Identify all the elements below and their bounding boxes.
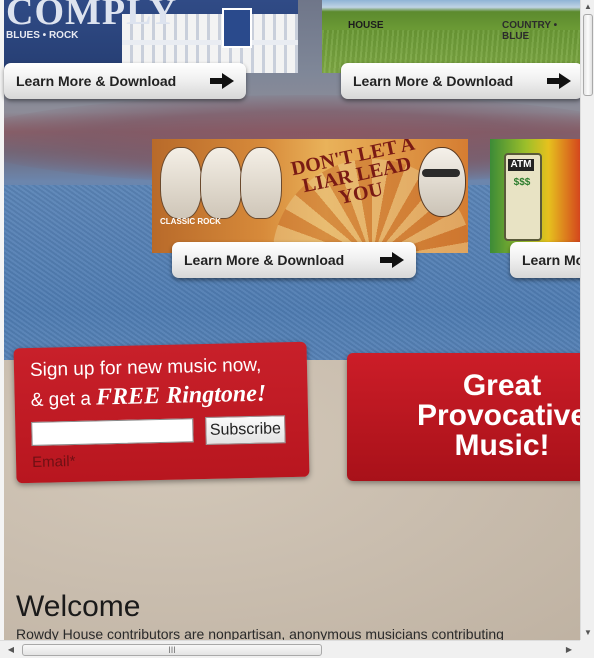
button-label: Learn More & Download: [184, 252, 345, 268]
banner-line: Music!: [454, 429, 550, 462]
learn-more-download-button[interactable]: Learn Mo: [510, 242, 580, 278]
page-viewport: COMPLY BLUES • ROCK HOUSE COUNTRY • BLUE…: [0, 0, 580, 640]
scroll-down-arrow-icon[interactable]: ▼: [581, 626, 594, 640]
album-tile-atm[interactable]: ATM $$$: [490, 139, 580, 253]
atm-label: ATM: [508, 159, 534, 171]
faces-illustration: [160, 147, 288, 227]
button-label: Learn Mo: [522, 252, 580, 268]
button-label: Learn More & Download: [16, 73, 177, 89]
album-genre: BLUES • ROCK: [6, 30, 79, 41]
banner-text: Great Provocative Music!: [377, 371, 580, 461]
face-graphic: [240, 147, 282, 219]
page-left-edge: [0, 0, 4, 640]
learn-more-download-button[interactable]: Learn More & Download: [172, 242, 416, 278]
email-field-label: Email*: [31, 452, 76, 471]
great-provocative-music-banner[interactable]: Great Provocative Music!: [347, 353, 580, 481]
signup-headline: Sign up for new music now,: [29, 354, 262, 381]
not-for-sale-sign: [222, 8, 252, 48]
atm-money: $$$: [513, 177, 531, 188]
face-graphic: [160, 147, 202, 219]
banner-line: Provocative: [416, 399, 580, 432]
banner-line: Great: [462, 369, 542, 402]
album-tile-liar[interactable]: DON'T LET A LIAR LEAD YOU CLASSIC ROCK: [152, 139, 468, 253]
arrow-right-icon: [547, 73, 571, 89]
email-input[interactable]: [31, 418, 194, 446]
signup-offer-prefix: & get a: [30, 388, 97, 411]
welcome-intro-text: Rowdy House contributors are nonpartisan…: [16, 626, 504, 640]
face-graphic: [200, 147, 242, 219]
horizontal-scroll-thumb[interactable]: III: [22, 644, 322, 656]
arrow-right-icon: [380, 252, 404, 268]
welcome-heading: Welcome: [16, 590, 141, 623]
scrollbar-corner: [580, 640, 594, 658]
subscribe-button[interactable]: Subscribe: [205, 415, 286, 446]
album-title: COMPLY: [6, 0, 178, 33]
horizontal-scrollbar[interactable]: ◀ III ▶: [0, 640, 580, 658]
album-genre: COUNTRY • BLUE: [502, 20, 558, 42]
learn-more-download-button[interactable]: Learn More & Download: [4, 63, 246, 99]
scroll-right-arrow-icon[interactable]: ▶: [562, 643, 576, 657]
scroll-left-arrow-icon[interactable]: ◀: [4, 643, 18, 657]
scroll-up-arrow-icon[interactable]: ▲: [581, 0, 594, 14]
free-ringtone-text: FREE Ringtone!: [95, 380, 267, 411]
atm-machine-graphic: ATM $$$: [504, 153, 542, 241]
learn-more-download-button[interactable]: Learn More & Download: [341, 63, 580, 99]
button-label: Learn More & Download: [353, 73, 514, 89]
album-genre: CLASSIC ROCK: [160, 217, 221, 226]
fence-rail: [122, 40, 298, 45]
newsletter-signup-panel: Sign up for new music now, & get a FREE …: [13, 341, 310, 484]
vertical-scroll-thumb[interactable]: [583, 14, 593, 96]
signup-offer: & get a FREE Ringtone!: [30, 381, 266, 413]
vertical-scrollbar[interactable]: ▲ ▼: [580, 0, 594, 640]
album-house-label: HOUSE: [348, 20, 384, 31]
arrow-right-icon: [210, 73, 234, 89]
